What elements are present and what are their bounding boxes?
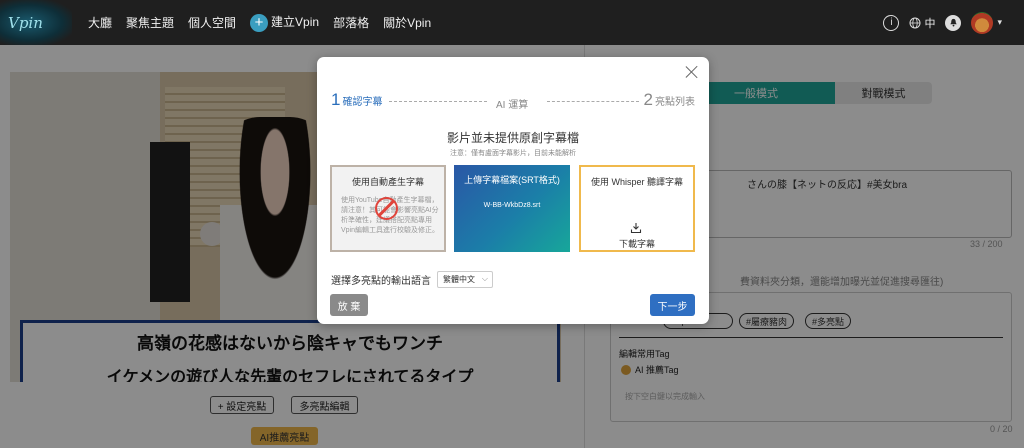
download-icon	[630, 223, 642, 234]
step-connector	[547, 101, 639, 102]
card-auto-title: 使用自動產生字幕	[351, 177, 424, 187]
modal-note: 注意：僅有盧面字幕影片，目前未能解析	[450, 150, 576, 157]
modal-title: 影片並未提供原創字幕檔	[446, 131, 579, 145]
avatar[interactable]	[971, 11, 994, 34]
card-whisper-title: 使用 Whisper 聽譯字幕	[590, 177, 683, 187]
nav-create-vpin[interactable]: + 建立Vpin	[250, 13, 319, 32]
output-language-value: 繁體中文	[443, 275, 475, 284]
output-language-select[interactable]: 繁體中文 ⌵	[437, 271, 493, 288]
next-button[interactable]: 下一步	[650, 294, 695, 316]
card-whisper[interactable]: 使用 Whisper 聽譯字幕 下載字幕	[579, 165, 695, 252]
prohibited-icon	[375, 197, 398, 220]
plus-icon: +	[250, 13, 269, 32]
subtitle-modal: 1 確認字幕 AI 運算 2 亮點列表 影片並未提供原創字幕檔 注意：僅有盧面字…	[317, 57, 709, 324]
vpin-logo[interactable]: Vpin	[0, 0, 72, 45]
nav-lobby[interactable]: 大廳	[88, 14, 112, 31]
chevron-down-icon[interactable]: ▾	[997, 17, 1002, 28]
step-ai-compute: AI 運算	[496, 96, 528, 111]
nav-focus-topics[interactable]: 聚焦主題	[126, 14, 174, 31]
info-icon[interactable]: i	[883, 14, 900, 31]
language-label: 中	[924, 17, 936, 30]
top-nav: Vpin 大廳 聚焦主題 個人空間 + 建立Vpin 部落格 關於Vpin i 中…	[0, 0, 1024, 45]
step-indicator: 1 確認字幕 AI 運算 2 亮點列表	[331, 90, 695, 111]
bell-icon[interactable]	[945, 14, 962, 31]
nav-blog[interactable]: 部落格	[333, 14, 369, 31]
close-icon[interactable]	[685, 65, 699, 79]
chevron-down-icon: ⌵	[481, 274, 488, 283]
nav-personal-space[interactable]: 個人空間	[188, 14, 236, 31]
language-switch[interactable]: 中	[909, 15, 935, 31]
step-3-number: 2	[643, 90, 653, 109]
download-subtitle-label: 下載字幕	[618, 239, 655, 249]
nav-create-vpin-label: 建立Vpin	[271, 15, 320, 30]
output-language-label: 選擇多亮點的輸出語言	[331, 276, 431, 287]
nav-about[interactable]: 關於Vpin	[383, 14, 431, 31]
nav-right: i 中 ▾	[883, 0, 1002, 45]
logo-text: Vpin	[8, 13, 43, 32]
step-1-number: 1	[331, 90, 341, 109]
step-confirm-subtitle: 1 確認字幕	[331, 90, 382, 110]
globe-icon	[909, 17, 921, 28]
step-connector	[389, 101, 487, 102]
card-upload-title: 上傳字幕檔案(SRT格式)	[464, 175, 560, 185]
step-2-label: AI 運算	[496, 100, 529, 111]
step-3-label: 亮點列表	[655, 97, 695, 108]
step-1-label: 確認字幕	[342, 97, 383, 108]
output-language-row: 選擇多亮點的輸出語言 繁體中文 ⌵	[331, 271, 493, 288]
card-auto-subtitle[interactable]: 使用自動產生字幕 使用YouTube自動產生字幕檔，請注意！其可能會影響亮點AI…	[330, 165, 446, 252]
step-highlight-list: 2 亮點列表	[644, 90, 695, 110]
uploaded-file-name: W-BB-WkbDz8.srt	[483, 202, 541, 209]
cancel-button[interactable]: 放 棄	[330, 294, 368, 316]
card-upload-srt[interactable]: 上傳字幕檔案(SRT格式) W-BB-WkbDz8.srt	[454, 165, 570, 252]
